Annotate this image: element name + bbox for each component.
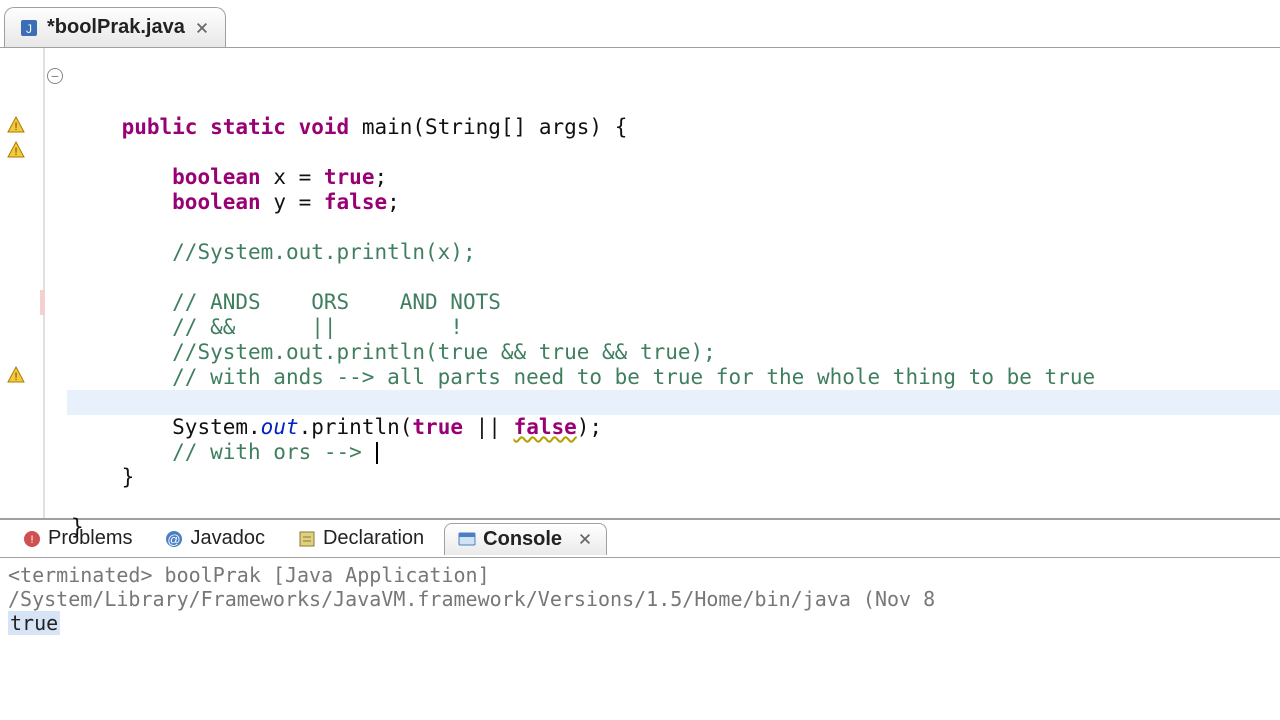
svg-text:!: ! bbox=[14, 146, 17, 158]
console-output: true bbox=[8, 611, 60, 635]
code-comment: //System.out.println(true && true && tru… bbox=[172, 340, 716, 364]
editor-tab-title: *boolPrak.java bbox=[47, 16, 185, 39]
code-token: public bbox=[122, 115, 198, 139]
code-token: void bbox=[299, 115, 350, 139]
warning-icon[interactable]: ! bbox=[6, 140, 26, 160]
code-token: } bbox=[122, 465, 135, 489]
code-token: true bbox=[412, 415, 463, 439]
fold-gutter: − bbox=[45, 48, 67, 518]
code-token: main(String[] args) { bbox=[349, 115, 627, 139]
code-editor[interactable]: public static void main(String[] args) {… bbox=[67, 48, 1280, 518]
code-comment: // && || ! bbox=[172, 315, 463, 339]
svg-text:J: J bbox=[26, 22, 32, 36]
svg-text:!: ! bbox=[14, 371, 17, 383]
editor-tab-bar: J *boolPrak.java bbox=[0, 0, 1280, 48]
code-comment: //System.out.println(x); bbox=[172, 240, 475, 264]
code-token: false bbox=[514, 415, 577, 439]
code-token: .println( bbox=[299, 415, 413, 439]
code-token: true bbox=[324, 165, 375, 189]
code-token: ); bbox=[577, 415, 602, 439]
warning-icon[interactable]: ! bbox=[6, 365, 26, 385]
code-token: || bbox=[463, 415, 514, 439]
code-token: static bbox=[210, 115, 286, 139]
warning-icon[interactable]: ! bbox=[6, 115, 26, 135]
code-token: System. bbox=[172, 415, 261, 439]
fold-minus-icon[interactable]: − bbox=[47, 68, 63, 84]
java-file-icon: J bbox=[19, 18, 39, 38]
editor-area: J *boolPrak.java ! ! ! − public stati bbox=[0, 0, 1280, 520]
code-comment: // with ors --> bbox=[172, 440, 374, 464]
code-comment: // with ands --> all parts need to be tr… bbox=[172, 365, 1095, 389]
close-icon[interactable] bbox=[193, 19, 211, 37]
code-token: ; bbox=[387, 190, 400, 214]
code-token: out bbox=[261, 415, 299, 439]
svg-text:!: ! bbox=[14, 121, 17, 133]
code-token: boolean bbox=[172, 190, 261, 214]
code-container: ! ! ! − public static void main(String[]… bbox=[0, 48, 1280, 518]
code-token: } bbox=[71, 515, 84, 539]
text-cursor bbox=[376, 442, 378, 464]
marker-gutter: ! ! ! bbox=[0, 48, 45, 518]
code-token: boolean bbox=[172, 165, 261, 189]
svg-text:!: ! bbox=[30, 534, 33, 546]
code-comment: // ANDS ORS AND NOTS bbox=[172, 290, 501, 314]
code-token: false bbox=[324, 190, 387, 214]
problems-icon: ! bbox=[22, 529, 42, 549]
code-token: ; bbox=[374, 165, 387, 189]
code-token: x = bbox=[261, 165, 324, 189]
code-token: y = bbox=[261, 190, 324, 214]
editor-tab[interactable]: J *boolPrak.java bbox=[4, 7, 226, 47]
